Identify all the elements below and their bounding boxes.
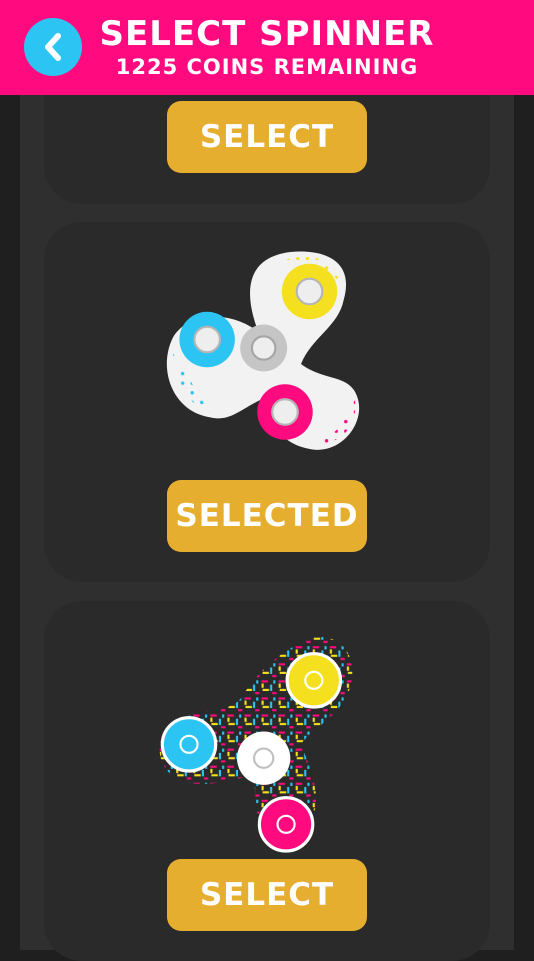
- fidget-spinner-dots-icon: [166, 251, 360, 450]
- spinner-card: SELECT: [44, 601, 490, 961]
- select-button[interactable]: SELECT: [167, 859, 367, 931]
- header-bar: SELECT SPINNER 1225 COINS REMAINING: [0, 0, 534, 95]
- selected-button[interactable]: SELECTED: [167, 480, 367, 552]
- spinner-card: SELECTED: [44, 222, 490, 582]
- fidget-spinner-weave-icon: [159, 636, 353, 853]
- select-button[interactable]: SELECT: [167, 101, 367, 173]
- coins-remaining: 1225 COINS REMAINING: [115, 55, 419, 79]
- page-title: SELECT SPINNER: [99, 14, 435, 54]
